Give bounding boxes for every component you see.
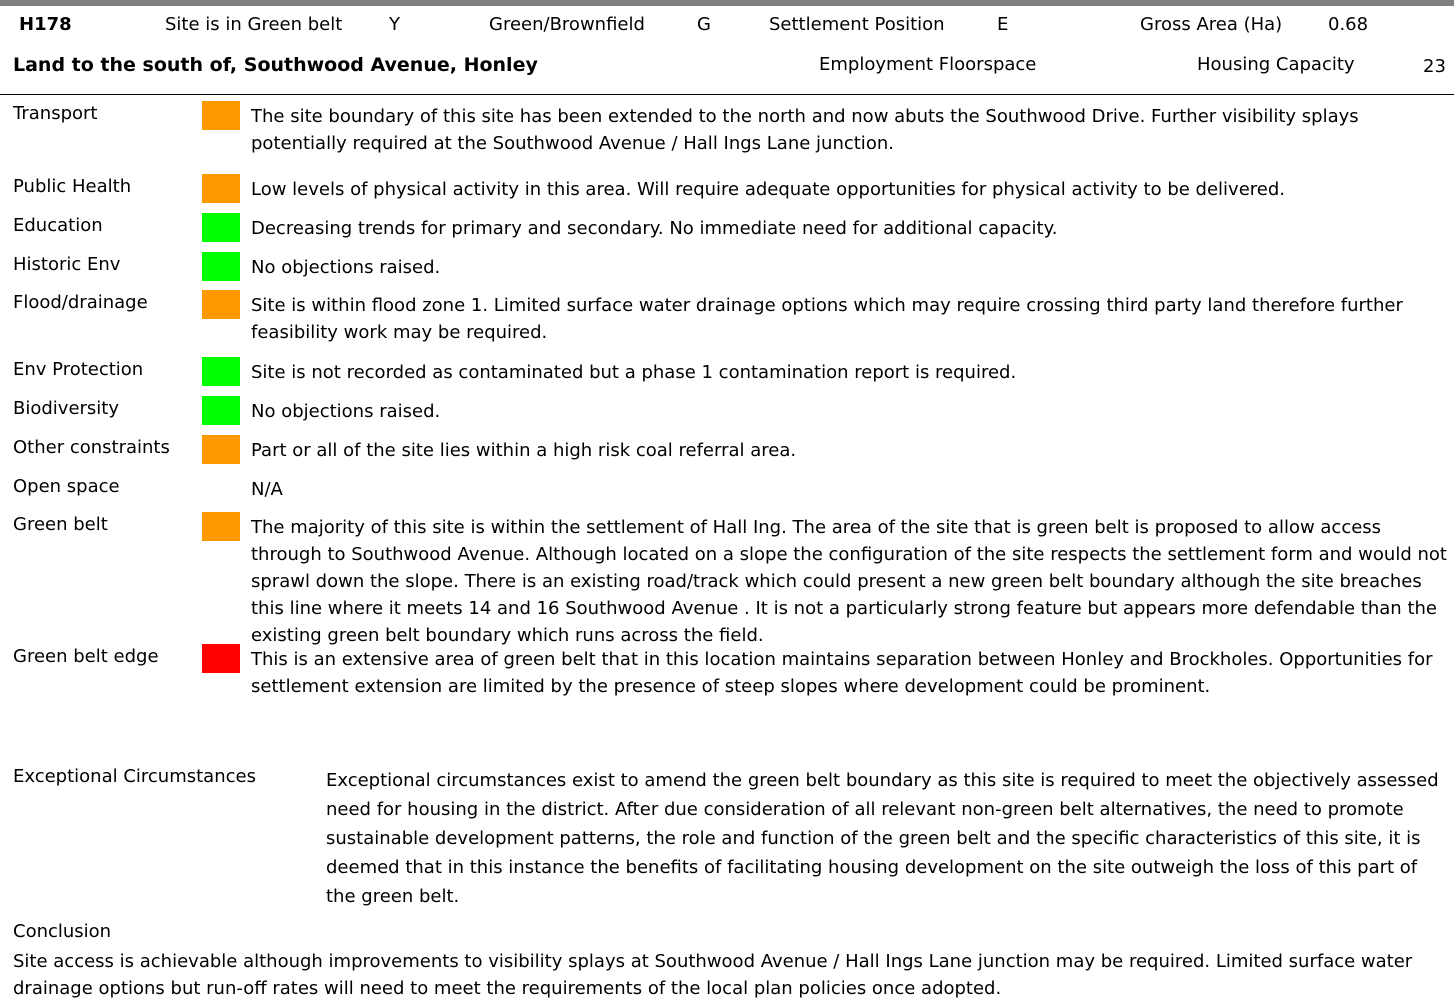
green-belt-value: Y — [389, 14, 400, 35]
rating-green-swatch — [202, 396, 240, 425]
row-text: Site is not recorded as contaminated but… — [251, 362, 1017, 383]
site-name: Land to the south of, Southwood Avenue, … — [13, 54, 538, 76]
gross-area-value: 0.68 — [1328, 14, 1369, 35]
rating-red-swatch — [202, 644, 240, 673]
rating-green-swatch — [202, 357, 240, 386]
header-divider — [0, 94, 1454, 95]
green-brownfield-label: Green/Brownfield — [489, 14, 645, 35]
green-brownfield-value: G — [697, 14, 711, 35]
row-label: Public Health — [13, 176, 132, 197]
rating-amber-swatch — [202, 512, 240, 541]
row-text: N/A — [251, 479, 283, 500]
rating-amber-swatch — [202, 174, 240, 203]
row-label: Green belt edge — [13, 646, 159, 667]
green-belt-label: Site is in Green belt — [165, 14, 343, 35]
settlement-position-label: Settlement Position — [769, 14, 945, 35]
row-text: No objections raised. — [251, 257, 441, 278]
rating-amber-swatch — [202, 290, 240, 319]
employment-floorspace-label: Employment Floorspace — [819, 54, 1037, 75]
row-label: Other constraints — [13, 437, 170, 458]
row-text: Decreasing trends for primary and second… — [251, 218, 1058, 239]
rating-amber-swatch — [202, 435, 240, 464]
row-text: The majority of this site is within the … — [251, 517, 1447, 646]
row-label: Education — [13, 215, 103, 236]
row-text: This is an extensive area of green belt … — [251, 649, 1433, 697]
row-text: No objections raised. — [251, 401, 441, 422]
header-row-2: Land to the south of, Southwood Avenue, … — [0, 46, 1454, 88]
exceptional-circumstances-text: Exceptional circumstances exist to amend… — [326, 770, 1439, 907]
row-text: Site is within flood zone 1. Limited sur… — [251, 295, 1403, 343]
row-text: Part or all of the site lies within a hi… — [251, 440, 797, 461]
row-label: Flood/drainage — [13, 292, 148, 313]
conclusion-text: Site access is achievable although impro… — [13, 951, 1413, 999]
row-text: Low levels of physical activity in this … — [251, 179, 1286, 200]
rating-green-swatch — [202, 252, 240, 281]
row-label: Green belt — [13, 514, 108, 535]
rating-amber-swatch — [202, 101, 240, 130]
row-label: Transport — [13, 103, 98, 124]
row-label: Open space — [13, 476, 120, 497]
conclusion-label: Conclusion — [13, 921, 112, 942]
gross-area-label: Gross Area (Ha) — [1140, 14, 1283, 35]
row-label: Env Protection — [13, 359, 144, 380]
site-reference: H178 — [19, 14, 72, 35]
settlement-position-value: E — [997, 14, 1009, 35]
row-label: Biodiversity — [13, 398, 120, 419]
header-row-1: H178 Site is in Green belt Y Green/Brown… — [0, 6, 1454, 48]
exceptional-circumstances-label: Exceptional Circumstances — [13, 766, 256, 787]
housing-capacity-value: 23 — [1423, 56, 1446, 77]
rating-green-swatch — [202, 213, 240, 242]
row-label: Historic Env — [13, 254, 121, 275]
housing-capacity-label: Housing Capacity — [1197, 54, 1355, 75]
row-text: The site boundary of this site has been … — [251, 106, 1359, 154]
